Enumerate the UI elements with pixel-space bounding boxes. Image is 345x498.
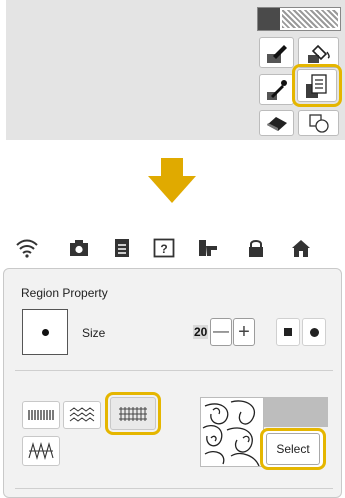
canvas-area[interactable]	[6, 0, 254, 140]
pattern-block	[282, 10, 338, 28]
pattern-fill-icon	[119, 406, 147, 421]
straight-stitch-icon	[28, 410, 54, 420]
down-arrow-icon	[148, 176, 196, 203]
eraser-tool-button[interactable]	[259, 110, 294, 136]
dot-icon	[42, 329, 49, 336]
home-icon[interactable]	[288, 236, 314, 260]
stitch-fill-icon	[28, 442, 54, 460]
lock-icon[interactable]	[243, 236, 269, 260]
square-shape-button[interactable]	[276, 318, 300, 346]
dialog-title: Region Property	[21, 286, 108, 300]
svg-text:?: ?	[160, 242, 167, 256]
bottom-divider	[15, 488, 333, 489]
pattern-info-bar	[264, 397, 328, 427]
fill-bucket-icon	[307, 44, 330, 63]
divider	[15, 370, 333, 371]
round-shape-button[interactable]	[302, 318, 326, 346]
help-icon[interactable]: ?	[151, 236, 177, 260]
size-increase-button[interactable]: +	[233, 318, 255, 346]
solid-color-block	[258, 8, 280, 30]
select-button-label: Select	[266, 433, 320, 465]
camera-icon[interactable]	[66, 236, 92, 260]
decorative-fill-icon	[69, 407, 95, 422]
square-icon	[284, 328, 292, 336]
document-icon[interactable]	[109, 236, 135, 260]
size-decrease-button[interactable]: —	[210, 318, 232, 346]
size-label: Size	[82, 326, 106, 340]
point-preview	[22, 309, 68, 355]
circle-icon	[309, 327, 319, 337]
size-value: 20	[193, 325, 209, 339]
eyedropper-tool-button[interactable]	[259, 74, 294, 105]
select-pattern-button[interactable]: Select	[260, 428, 326, 470]
machine-icon[interactable]	[195, 236, 221, 260]
down-arrow-shaft	[161, 158, 183, 178]
stamp-tool-button[interactable]	[298, 110, 339, 136]
fill-decorative-button[interactable]	[63, 401, 101, 429]
region-property-icon	[306, 73, 327, 98]
pattern-preview	[200, 397, 264, 467]
brush-tool-button[interactable]	[259, 37, 294, 68]
wifi-icon[interactable]	[14, 236, 40, 260]
fill-stitch-button[interactable]	[22, 436, 60, 466]
stamp-icon	[308, 114, 329, 133]
brush-icon	[266, 44, 287, 63]
line-color-swatch[interactable]	[257, 7, 341, 31]
eraser-icon	[266, 117, 287, 131]
fill-pattern-button[interactable]	[110, 397, 156, 430]
eyedropper-icon	[266, 79, 287, 100]
quilting-pattern-image	[202, 400, 260, 466]
region-property-button[interactable]	[297, 69, 337, 102]
fill-straight-stitch-button[interactable]	[22, 401, 60, 429]
